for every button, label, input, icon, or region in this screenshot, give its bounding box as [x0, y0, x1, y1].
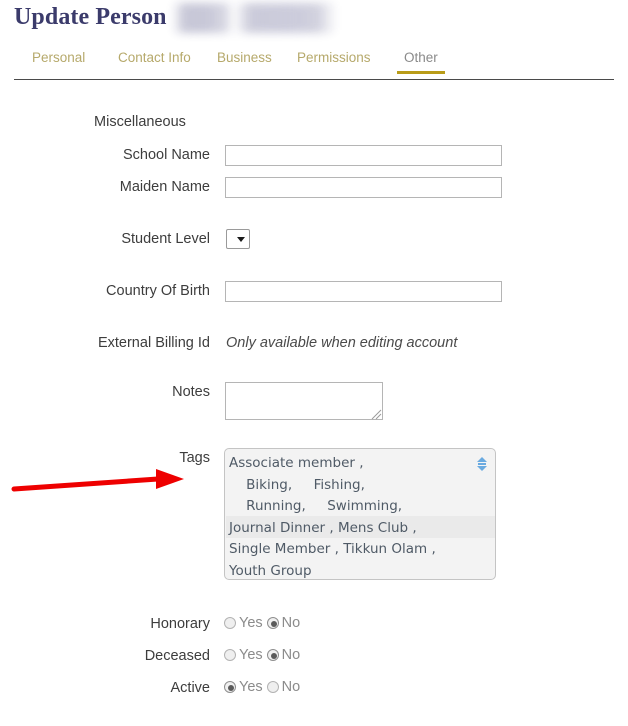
active-radio-group: Yes No: [224, 678, 304, 696]
label-active: Active: [170, 680, 211, 696]
row-student-level: Student Level: [0, 229, 560, 253]
active-yes-label: Yes: [239, 679, 263, 695]
row-active: Active Yes No: [0, 678, 560, 700]
deceased-yes-label: Yes: [239, 647, 263, 663]
active-no-label: No: [281, 679, 301, 695]
page-title: Update Person: [14, 4, 167, 30]
scroll-divider: [478, 463, 486, 465]
active-no-option[interactable]: No: [266, 678, 301, 696]
tab-business[interactable]: Business: [217, 50, 272, 74]
row-country-of-birth: Country Of Birth: [0, 281, 560, 305]
label-honorary: Honorary: [150, 616, 210, 632]
row-honorary: Honorary Yes No: [0, 614, 560, 636]
tab-permissions[interactable]: Permissions: [297, 50, 371, 74]
deceased-no-label: No: [281, 647, 301, 663]
maiden-name-input[interactable]: [225, 177, 502, 198]
up-down-arrow-icon[interactable]: [477, 457, 488, 471]
tab-bar: Personal Contact Info Business Permissio…: [14, 50, 614, 80]
row-school-name: School Name: [0, 145, 560, 169]
label-notes: Notes: [172, 384, 210, 400]
tab-other[interactable]: Other: [397, 50, 445, 74]
label-maiden-name: Maiden Name: [119, 179, 210, 195]
honorary-radio-group: Yes No: [224, 614, 304, 632]
label-tags: Tags: [179, 450, 210, 466]
label-external-billing-id: External Billing Id: [97, 335, 210, 351]
row-maiden-name: Maiden Name: [0, 177, 560, 201]
deceased-no-option[interactable]: No: [266, 646, 301, 664]
deceased-yes-radio[interactable]: [224, 649, 236, 661]
label-school-name: School Name: [122, 147, 210, 163]
school-name-input[interactable]: [225, 145, 502, 166]
chevron-down-icon: [237, 237, 245, 242]
scroll-up-arrow: [477, 457, 487, 462]
honorary-yes-option[interactable]: Yes: [224, 614, 263, 632]
section-heading-miscellaneous: Miscellaneous: [94, 114, 186, 130]
page-header: Update Person: [0, 0, 628, 44]
notes-textarea[interactable]: [225, 382, 383, 420]
tags-value: Associate member , Biking, Fishing, Runn…: [229, 455, 436, 579]
tab-personal[interactable]: Personal: [32, 50, 85, 74]
active-no-radio[interactable]: [266, 681, 279, 693]
row-notes: Notes: [0, 382, 560, 424]
external-billing-id-note: Only available when editing account: [226, 335, 458, 351]
deceased-yes-option[interactable]: Yes: [224, 646, 263, 664]
deceased-radio-group: Yes No: [224, 646, 304, 664]
honorary-yes-radio[interactable]: [224, 617, 236, 629]
label-deceased: Deceased: [144, 648, 210, 664]
tags-listbox[interactable]: Associate member , Biking, Fishing, Runn…: [224, 448, 496, 580]
honorary-no-option[interactable]: No: [266, 614, 301, 632]
honorary-no-label: No: [281, 615, 301, 631]
student-level-select[interactable]: [226, 229, 250, 249]
tab-contact-info[interactable]: Contact Info: [118, 50, 191, 74]
tab-bar-divider: [14, 79, 614, 80]
country-of-birth-input[interactable]: [225, 281, 502, 302]
row-section-heading: Miscellaneous: [0, 114, 560, 138]
deceased-no-radio[interactable]: [266, 649, 279, 661]
label-student-level: Student Level: [121, 231, 210, 247]
row-tags: Tags Associate member , Biking, Fishing,…: [0, 448, 560, 582]
active-yes-option[interactable]: Yes: [224, 678, 263, 696]
row-deceased: Deceased Yes No: [0, 646, 560, 668]
honorary-yes-label: Yes: [239, 615, 263, 631]
label-country-of-birth: Country Of Birth: [106, 283, 210, 299]
scroll-down-arrow: [477, 466, 487, 471]
row-external-billing-id: External Billing Id Only available when …: [0, 333, 560, 357]
active-yes-radio[interactable]: [224, 681, 236, 693]
redacted-person-name: [172, 3, 340, 33]
honorary-no-radio[interactable]: [266, 617, 279, 629]
